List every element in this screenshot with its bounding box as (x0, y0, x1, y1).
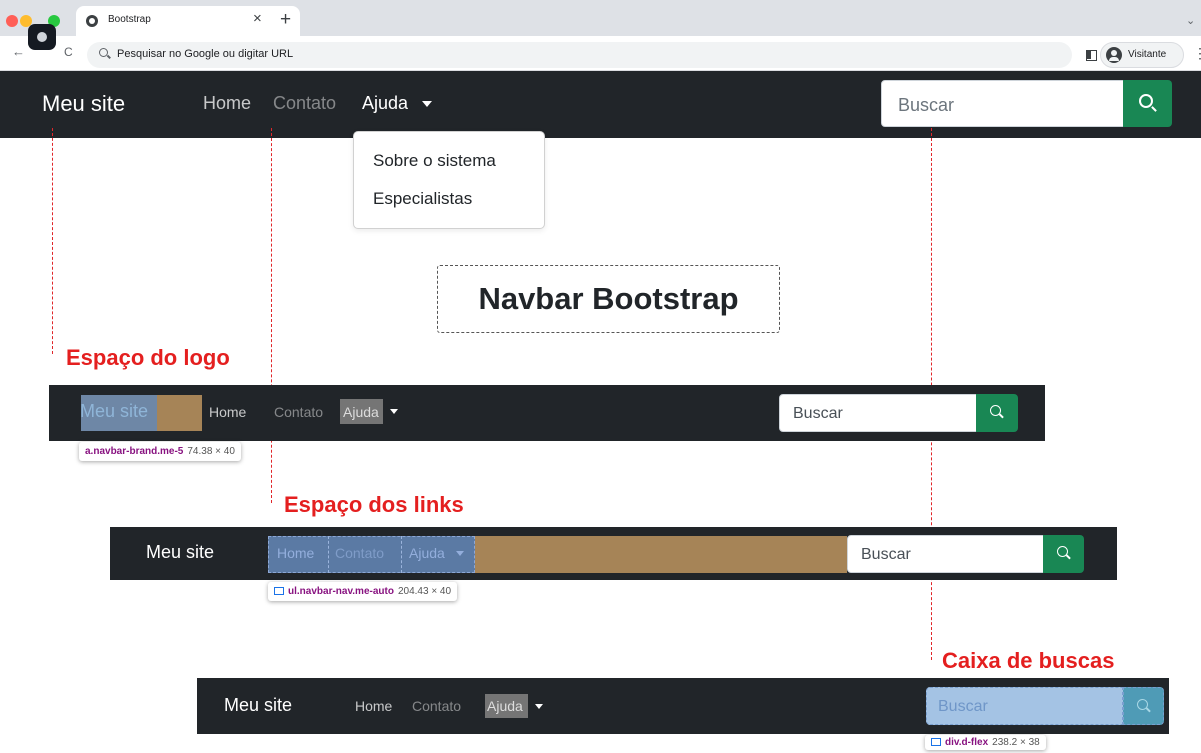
nav-item-divider (401, 536, 402, 573)
search-input[interactable]: Buscar (779, 394, 977, 432)
search-icon (1057, 546, 1068, 557)
caret-down-icon[interactable] (535, 704, 543, 709)
dropdown-item-especialistas[interactable]: Especialistas (373, 189, 472, 209)
heading-box: Navbar Bootstrap (437, 265, 780, 333)
navbar-brand[interactable]: Meu site (42, 91, 125, 117)
search-box-label: Caixa de buscas (942, 648, 1115, 673)
nav-link-home[interactable]: Home (277, 545, 314, 561)
search-icon (99, 48, 108, 57)
links-guide-line (271, 128, 272, 503)
search-icon (990, 405, 1001, 416)
main-navbar: Meu site Home Contato Ajuda Buscar (0, 71, 1201, 138)
tooltip-selector: div.d-flex (945, 737, 989, 748)
brand-margin-highlight (157, 395, 202, 431)
nav-link-ajuda[interactable]: Ajuda (343, 404, 379, 420)
nav-list-margin-highlight (475, 536, 847, 573)
profile-avatar-icon (1106, 47, 1122, 63)
reload-button[interactable]: C (64, 45, 73, 59)
navbar-brand-demo: Meu site Home Contato Ajuda Buscar (49, 385, 1045, 441)
address-bar-placeholder: Pesquisar no Google ou digitar URL (117, 48, 294, 60)
devtools-tooltip-search: div.d-flex 238.2 × 38 (925, 735, 1046, 750)
flex-container-icon (931, 738, 941, 746)
nav-link-home[interactable]: Home (203, 93, 251, 114)
dropdown-item-sobre[interactable]: Sobre o sistema (373, 151, 496, 171)
search-icon (1139, 94, 1153, 108)
page-title: Navbar Bootstrap (478, 281, 739, 316)
search-input[interactable]: Buscar (847, 535, 1044, 573)
tab-title: Bootstrap (108, 14, 151, 25)
nav-link-ajuda[interactable]: Ajuda (362, 93, 408, 114)
navbar-brand[interactable]: Meu site (146, 542, 214, 563)
close-tab-icon[interactable]: × (253, 10, 262, 27)
tab-search-chevron-icon[interactable]: ⌄ (1186, 14, 1195, 27)
browser-tab[interactable]: Bootstrap × (76, 6, 300, 36)
tooltip-size: 238.2 × 38 (992, 737, 1040, 748)
nav-link-ajuda[interactable]: Ajuda (487, 698, 523, 714)
nav-link-ajuda[interactable]: Ajuda (409, 545, 445, 561)
browser-menu-icon[interactable]: ⋮ (1193, 46, 1201, 60)
side-panel-icon[interactable] (1086, 50, 1097, 61)
nav-link-home[interactable]: Home (209, 404, 246, 420)
devtools-tooltip-brand: a.navbar-brand.me-5 74.38 × 40 (79, 442, 241, 461)
navbar-brand[interactable]: Meu site (80, 401, 148, 422)
new-tab-button[interactable]: + (280, 10, 291, 29)
tooltip-selector: a.navbar-brand.me-5 (85, 446, 184, 457)
app-logo-icon (28, 24, 56, 50)
globe-icon (86, 15, 98, 27)
logo-guide-line (52, 128, 53, 354)
nav-link-contato[interactable]: Contato (335, 545, 384, 561)
nav-item-divider (328, 536, 329, 573)
flex-container-icon (274, 587, 284, 595)
browser-tab-strip: Bootstrap × + ⌄ (0, 0, 1201, 36)
back-button[interactable]: ← (12, 44, 25, 59)
nav-link-contato[interactable]: Contato (274, 404, 323, 420)
navbar-search-demo: Meu site Home Contato Ajuda Buscar (197, 678, 1169, 734)
caret-down-icon[interactable] (456, 551, 464, 556)
devtools-tooltip-nav: ul.navbar-nav.me-auto 204.43 × 40 (268, 582, 458, 601)
logo-space-label: Espaço do logo (66, 345, 230, 370)
tooltip-size: 204.43 × 40 (397, 586, 452, 597)
search-icon (1137, 699, 1148, 710)
profile-name: Visitante (1128, 49, 1167, 60)
nav-link-contato[interactable]: Contato (412, 698, 461, 714)
address-bar[interactable]: Pesquisar no Google ou digitar URL (87, 42, 1072, 68)
caret-down-icon[interactable] (390, 409, 398, 414)
dropdown-menu: Sobre o sistema Especialistas (353, 131, 545, 229)
profile-button[interactable]: Visitante (1100, 42, 1184, 68)
nav-link-contato[interactable]: Contato (273, 93, 336, 114)
tooltip-selector: ul.navbar-nav.me-auto (288, 586, 394, 597)
navbar-brand[interactable]: Meu site (224, 695, 292, 716)
search-input[interactable]: Buscar (881, 80, 1124, 127)
search-input[interactable]: Buscar (926, 687, 1123, 725)
caret-down-icon[interactable] (422, 101, 432, 107)
search-button[interactable] (1043, 535, 1084, 573)
tooltip-size: 74.38 × 40 (187, 446, 235, 457)
close-window-dot[interactable] (6, 15, 18, 27)
nav-link-home[interactable]: Home (355, 698, 392, 714)
search-button[interactable] (1123, 80, 1172, 127)
links-space-label: Espaço dos links (284, 492, 464, 517)
search-button[interactable] (1123, 687, 1164, 725)
search-button[interactable] (976, 394, 1018, 432)
navbar-links-demo: Meu site Home Contato Ajuda Buscar (110, 527, 1117, 580)
